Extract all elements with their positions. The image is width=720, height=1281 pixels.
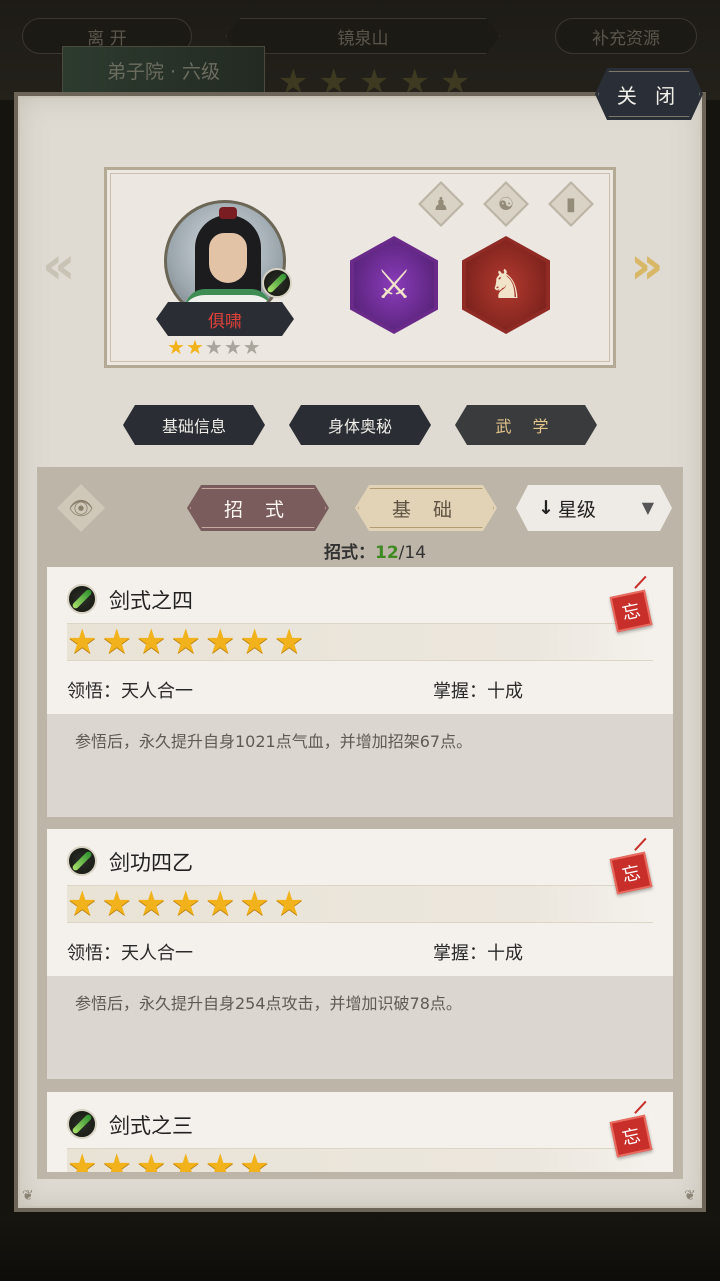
star-icon: ★ <box>170 622 205 662</box>
skill-title: 剑式之三 <box>109 1114 193 1138</box>
skill-description: 参悟后，永久提升自身1021点气血，并增加招架67点。 <box>75 732 473 751</box>
corner-ornament-icon: ❦ <box>22 1188 34 1204</box>
star-icon: ★ <box>101 622 136 662</box>
star-icon: ★ <box>135 1147 171 1172</box>
skill-insight: 领悟：天人合一 <box>67 943 193 964</box>
skill-star-rating: ★★★★★★★ <box>67 623 653 661</box>
sword-skill-icon <box>67 584 97 614</box>
forget-tag-icon[interactable]: 忘 <box>609 1114 653 1158</box>
star-icon: ★ <box>67 1147 102 1172</box>
skill-star-rating: ★★★★★★ <box>67 1148 653 1172</box>
skill-detail: 参悟后，永久提升自身1021点气血，并增加招架67点。 <box>47 714 673 817</box>
skill-list-viewport: 剑式之四 ★★★★★★★ 领悟：天人合一 掌握：十成 忘 参悟后，永久提升自身1… <box>0 0 720 1172</box>
skill-title: 剑式之四 <box>109 589 193 613</box>
star-icon: ★ <box>170 1147 205 1172</box>
background-footer <box>0 1215 720 1281</box>
skill-star-rating: ★★★★★★★ <box>67 885 653 923</box>
sword-skill-icon <box>67 1109 97 1139</box>
forget-tag-icon[interactable]: 忘 <box>609 589 653 633</box>
star-icon: ★ <box>135 622 171 662</box>
star-icon: ★ <box>239 884 274 924</box>
star-icon: ★ <box>273 622 309 662</box>
corner-ornament-icon: ❦ <box>684 1188 696 1204</box>
skill-card[interactable]: 剑式之四 ★★★★★★★ 领悟：天人合一 掌握：十成 忘 参悟后，永久提升自身1… <box>47 567 673 817</box>
skill-title: 剑功四乙 <box>109 851 193 875</box>
skill-detail: 参悟后，永久提升自身254点攻击，并增加识破78点。 <box>47 976 673 1079</box>
star-icon: ★ <box>273 884 309 924</box>
star-icon: ★ <box>101 884 136 924</box>
skill-card[interactable]: 剑式之三 ★★★★★★ 忘 <box>47 1092 673 1172</box>
star-icon: ★ <box>204 884 240 924</box>
star-icon: ★ <box>204 1147 240 1172</box>
star-icon: ★ <box>204 622 240 662</box>
star-icon: ★ <box>135 884 171 924</box>
star-icon: ★ <box>170 884 205 924</box>
skill-description: 参悟后，永久提升自身254点攻击，并增加识破78点。 <box>75 994 462 1013</box>
skill-card[interactable]: 剑功四乙 ★★★★★★★ 领悟：天人合一 掌握：十成 忘 参悟后，永久提升自身2… <box>47 829 673 1079</box>
star-icon: ★ <box>101 1147 136 1172</box>
star-icon: ★ <box>239 1147 274 1172</box>
skill-insight: 领悟：天人合一 <box>67 681 193 702</box>
star-icon: ★ <box>67 622 102 662</box>
star-icon: ★ <box>67 884 102 924</box>
star-icon: ★ <box>239 622 274 662</box>
skill-mastery: 掌握：十成 <box>433 943 523 964</box>
skill-mastery: 掌握：十成 <box>433 681 523 702</box>
sword-skill-icon <box>67 846 97 876</box>
forget-tag-icon[interactable]: 忘 <box>609 851 653 895</box>
